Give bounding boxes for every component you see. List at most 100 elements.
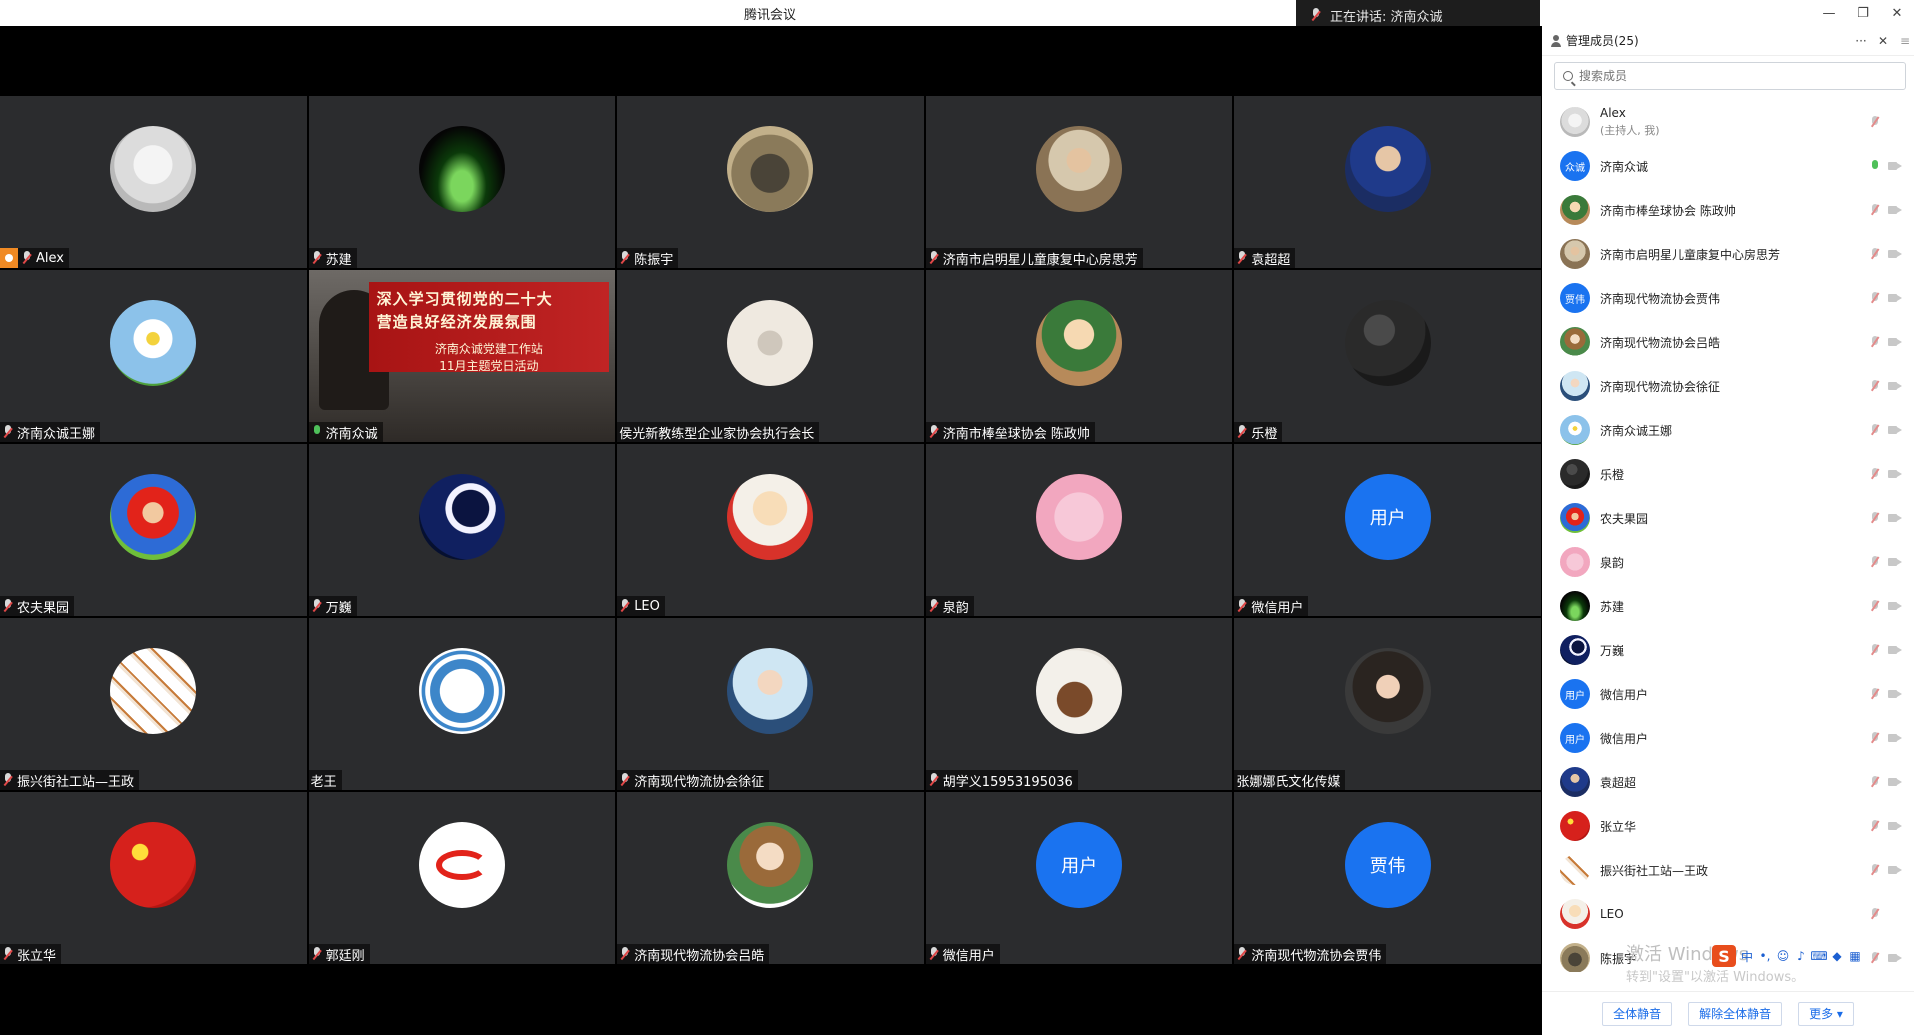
mic-muted-icon[interactable] bbox=[1870, 115, 1880, 129]
video-tile[interactable]: 用户 微信用户 bbox=[1234, 444, 1541, 616]
member-row[interactable]: 众诚 济南众诚 bbox=[1542, 144, 1914, 188]
close-window-icon[interactable]: ✕ bbox=[1880, 0, 1914, 26]
mic-muted-icon[interactable] bbox=[1870, 951, 1880, 965]
camera-off-icon[interactable] bbox=[1888, 381, 1902, 391]
mic-muted-icon[interactable] bbox=[1870, 687, 1880, 701]
video-tile[interactable]: 张娜娜氏文化传媒 bbox=[1234, 618, 1541, 790]
member-row[interactable]: 济南众诚王娜 bbox=[1542, 408, 1914, 452]
video-tile[interactable]: 胡学义15953195036 bbox=[925, 618, 1233, 790]
toolbox-icon[interactable]: ▦ bbox=[1848, 949, 1862, 963]
camera-off-icon[interactable] bbox=[1888, 337, 1902, 347]
video-tile[interactable]: 袁超超 bbox=[1234, 96, 1541, 268]
camera-off-icon[interactable] bbox=[1888, 689, 1902, 699]
camera-off-icon[interactable] bbox=[1888, 249, 1902, 259]
member-row[interactable]: 苏建 bbox=[1542, 584, 1914, 628]
camera-off-icon[interactable] bbox=[1888, 821, 1902, 831]
camera-off-icon[interactable] bbox=[1888, 205, 1902, 215]
video-tile[interactable]: 济南现代物流协会吕皓 bbox=[617, 792, 924, 964]
ime-logo-icon[interactable]: S bbox=[1712, 945, 1736, 967]
ime-toolbar[interactable]: S 中 •, ☺ ♪ ⌨ ◆ ▦ bbox=[1712, 944, 1862, 968]
mic-muted-icon[interactable] bbox=[1870, 423, 1880, 437]
video-tile[interactable]: 济南众诚王娜 bbox=[0, 270, 307, 442]
video-tile[interactable]: 郭廷刚 bbox=[308, 792, 616, 964]
mic-muted-icon[interactable] bbox=[1870, 599, 1880, 613]
camera-off-icon[interactable] bbox=[1888, 733, 1902, 743]
menu-icon[interactable]: ≡ bbox=[1896, 34, 1914, 48]
camera-off-icon[interactable] bbox=[1888, 601, 1902, 611]
video-tile[interactable]: LEO bbox=[617, 444, 924, 616]
member-row[interactable]: 农夫果园 bbox=[1542, 496, 1914, 540]
video-tile[interactable]: 乐橙 bbox=[1234, 270, 1541, 442]
emoji-icon[interactable]: ☺ bbox=[1776, 949, 1790, 963]
video-tile[interactable]: 万巍 bbox=[308, 444, 616, 616]
mic-muted-icon[interactable] bbox=[1870, 643, 1880, 657]
camera-off-icon[interactable] bbox=[1888, 161, 1902, 171]
mic-muted-icon[interactable] bbox=[1870, 467, 1880, 481]
member-row[interactable]: 贾伟 济南现代物流协会贾伟 bbox=[1542, 276, 1914, 320]
camera-off-icon[interactable] bbox=[1888, 645, 1902, 655]
mic-muted-icon[interactable] bbox=[1870, 907, 1880, 921]
camera-off-icon[interactable] bbox=[1888, 293, 1902, 303]
member-row[interactable]: 泉韵 bbox=[1542, 540, 1914, 584]
mic-muted-icon[interactable] bbox=[1870, 379, 1880, 393]
video-tile[interactable]: 贾伟 济南现代物流协会贾伟 bbox=[1234, 792, 1541, 964]
video-tile[interactable]: 老王 bbox=[308, 618, 616, 790]
camera-off-icon[interactable] bbox=[1888, 777, 1902, 787]
member-row[interactable]: 万巍 bbox=[1542, 628, 1914, 672]
mic-muted-icon[interactable] bbox=[1870, 247, 1880, 261]
video-tile[interactable]: 陈振宇 bbox=[617, 96, 924, 268]
mic-muted-icon[interactable] bbox=[1870, 775, 1880, 789]
member-row[interactable]: 用户 微信用户 bbox=[1542, 672, 1914, 716]
punctuation-icon[interactable]: •, bbox=[1758, 949, 1772, 963]
restore-icon[interactable]: ❐ bbox=[1846, 0, 1880, 26]
member-row[interactable]: 张立华 bbox=[1542, 804, 1914, 848]
more-button[interactable]: 更多 ▾ bbox=[1798, 1001, 1854, 1026]
video-tile[interactable]: 侯光新教练型企业家协会执行会长 bbox=[617, 270, 924, 442]
mic-muted-icon[interactable] bbox=[1870, 291, 1880, 305]
mic-muted-icon[interactable] bbox=[1870, 863, 1880, 877]
video-tile[interactable]: 济南市棒垒球协会 陈政帅 bbox=[925, 270, 1233, 442]
member-row[interactable]: LEO bbox=[1542, 892, 1914, 936]
video-tile[interactable]: 泉韵 bbox=[925, 444, 1233, 616]
member-row[interactable]: Alex (主持人, 我) bbox=[1542, 100, 1914, 144]
keyboard-icon[interactable]: ⌨ bbox=[1810, 949, 1827, 963]
mic-muted-icon[interactable] bbox=[1870, 819, 1880, 833]
video-tile[interactable]: 农夫果园 bbox=[0, 444, 307, 616]
member-row[interactable]: 济南现代物流协会吕皓 bbox=[1542, 320, 1914, 364]
more-options-icon[interactable]: ··· bbox=[1852, 34, 1870, 48]
member-row[interactable]: 用户 微信用户 bbox=[1542, 716, 1914, 760]
camera-off-icon[interactable] bbox=[1888, 557, 1902, 567]
close-panel-icon[interactable]: ✕ bbox=[1874, 34, 1892, 48]
mic-active-icon[interactable] bbox=[1870, 159, 1880, 173]
video-tile[interactable]: 苏建 bbox=[308, 96, 616, 268]
video-tile[interactable]: 振兴街社工站—王政 bbox=[0, 618, 307, 790]
member-row[interactable]: 济南市棒垒球协会 陈政帅 bbox=[1542, 188, 1914, 232]
camera-off-icon[interactable] bbox=[1888, 513, 1902, 523]
unmute-all-button[interactable]: 解除全体静音 bbox=[1688, 1001, 1783, 1026]
camera-off-icon[interactable] bbox=[1888, 469, 1902, 479]
member-row[interactable]: 乐橙 bbox=[1542, 452, 1914, 496]
search-input[interactable] bbox=[1579, 69, 1879, 83]
skin-icon[interactable]: ◆ bbox=[1830, 949, 1844, 963]
video-tile[interactable]: 用户 微信用户 bbox=[925, 792, 1233, 964]
member-row[interactable]: 振兴街社工站—王政 bbox=[1542, 848, 1914, 892]
video-tile[interactable]: 深入学习贯彻党的二十大 营造良好经济发展氛围 济南众诚党建工作站 11月主题党日活动济… bbox=[308, 270, 616, 442]
video-tile[interactable]: 济南市启明星儿童康复中心房思芳 bbox=[925, 96, 1233, 268]
video-tile[interactable]: 张立华 bbox=[0, 792, 307, 964]
mic-muted-icon[interactable] bbox=[1870, 731, 1880, 745]
video-tile[interactable]: Alex bbox=[0, 96, 307, 268]
video-tile[interactable]: 济南现代物流协会徐征 bbox=[617, 618, 924, 790]
mic-muted-icon[interactable] bbox=[1870, 335, 1880, 349]
ime-lang-indicator[interactable]: 中 bbox=[1740, 949, 1754, 964]
mute-all-button[interactable]: 全体静音 bbox=[1602, 1001, 1673, 1026]
mic-muted-icon[interactable] bbox=[1870, 203, 1880, 217]
member-search[interactable] bbox=[1554, 62, 1906, 90]
mic-muted-icon[interactable] bbox=[1870, 511, 1880, 525]
camera-off-icon[interactable] bbox=[1888, 865, 1902, 875]
member-row[interactable]: 济南市启明星儿童康复中心房思芳 bbox=[1542, 232, 1914, 276]
mic-muted-icon[interactable] bbox=[1870, 555, 1880, 569]
member-row[interactable]: 袁超超 bbox=[1542, 760, 1914, 804]
camera-off-icon[interactable] bbox=[1888, 425, 1902, 435]
voice-icon[interactable]: ♪ bbox=[1794, 949, 1808, 963]
minimize-icon[interactable]: — bbox=[1812, 0, 1846, 26]
